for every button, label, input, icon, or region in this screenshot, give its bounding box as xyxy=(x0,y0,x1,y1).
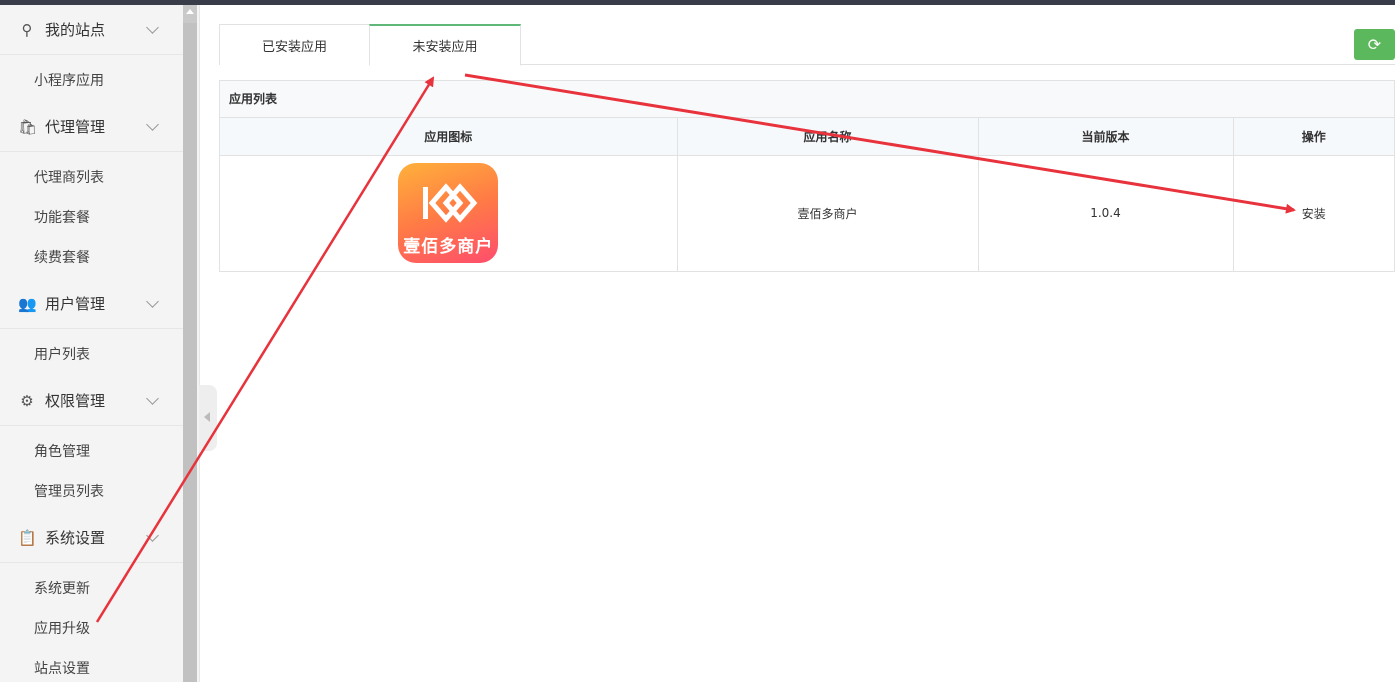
menu-group-permissions[interactable]: ⚙ 权限管理 xyxy=(0,376,183,426)
menu-group-system-settings[interactable]: 📋 系统设置 xyxy=(0,513,183,563)
menu-group-label: 权限管理 xyxy=(45,392,106,410)
menu-group-agent[interactable]: 🛍 代理管理 xyxy=(0,102,183,152)
menu-item-site-settings[interactable]: 站点设置 xyxy=(34,658,90,678)
bag-icon: 🛍 xyxy=(18,117,38,136)
menu-item-app-upgrade[interactable]: 应用升级 xyxy=(34,618,90,638)
app-logo-text: 壹佰多商户 xyxy=(403,237,494,258)
column-header-action: 操作 xyxy=(1233,118,1394,156)
chevron-down-icon xyxy=(146,391,159,405)
menu-item-system-update[interactable]: 系统更新 xyxy=(34,578,90,598)
clipboard-icon: 📋 xyxy=(18,528,37,547)
column-header-icon: 应用图标 xyxy=(220,118,678,156)
app-version: 1.0.4 xyxy=(978,155,1234,271)
column-header-version: 当前版本 xyxy=(978,118,1234,156)
gear-icon: ⚙ xyxy=(20,391,34,410)
sidebar-scrollbar[interactable] xyxy=(183,5,197,682)
sidebar: ⚲ 我的站点 小程序应用 🛍 代理管理 代理商列表 功能套餐 续费套餐 👥 用户… xyxy=(0,5,200,682)
menu-group-users[interactable]: 👥 用户管理 xyxy=(0,279,183,329)
refresh-icon: ⟳ xyxy=(1367,35,1382,54)
app-logo-image: 壹佰多商户 xyxy=(398,163,499,264)
scroll-up-icon[interactable] xyxy=(186,9,194,14)
menu-item-roles[interactable]: 角色管理 xyxy=(34,441,90,461)
menu-group-label: 代理管理 xyxy=(45,118,106,136)
menu-item-feature-plan[interactable]: 功能套餐 xyxy=(34,207,90,227)
menu-group-label: 系统设置 xyxy=(45,529,106,547)
menu-group-label: 用户管理 xyxy=(45,295,106,313)
menu-item-renewal-plan[interactable]: 续费套餐 xyxy=(34,247,90,267)
column-header-name: 应用名称 xyxy=(677,118,979,156)
top-bar xyxy=(0,0,1395,5)
menu-item-admin-list[interactable]: 管理员列表 xyxy=(34,481,104,501)
tab-bar: 已安装应用 未安装应用 xyxy=(219,24,1395,66)
chevron-left-icon xyxy=(204,412,210,422)
menu-item-user-list[interactable]: 用户列表 xyxy=(34,344,90,364)
scrollbar-thumb[interactable] xyxy=(183,23,197,682)
menu-group-my-site[interactable]: ⚲ 我的站点 xyxy=(0,5,183,55)
chevron-down-icon xyxy=(146,117,159,131)
app-name: 壹佰多商户 xyxy=(677,155,979,271)
app-table: 应用图标 应用名称 当前版本 操作 壹佰多商户 壹佰多商户 1.0.4 安装 xyxy=(220,118,1394,271)
user-pin-icon: ⚲ xyxy=(21,20,33,39)
chevron-down-icon xyxy=(146,294,159,308)
app-logo-mark-icon xyxy=(423,183,478,224)
sidebar-collapse-toggle[interactable] xyxy=(199,385,217,451)
chevron-down-icon xyxy=(146,528,159,542)
users-icon: 👥 xyxy=(18,294,37,313)
menu-group-label: 我的站点 xyxy=(45,21,106,39)
app-list-panel: 应用列表 应用图标 应用名称 当前版本 操作 壹佰多商户 壹佰多商户 1.0.4… xyxy=(219,80,1395,272)
install-link[interactable]: 安装 xyxy=(1233,155,1394,271)
chevron-down-icon xyxy=(146,20,159,34)
refresh-button[interactable]: ⟳ xyxy=(1354,29,1395,60)
app-icon-cell: 壹佰多商户 xyxy=(220,155,678,271)
menu-item-agent-list[interactable]: 代理商列表 xyxy=(34,167,104,187)
menu-item-mini-program[interactable]: 小程序应用 xyxy=(34,70,104,90)
tab-installed-apps[interactable]: 已安装应用 xyxy=(219,24,370,65)
table-row: 壹佰多商户 壹佰多商户 1.0.4 安装 xyxy=(220,155,1394,271)
panel-title: 应用列表 xyxy=(220,81,1394,118)
tab-not-installed-apps[interactable]: 未安装应用 xyxy=(369,24,521,66)
